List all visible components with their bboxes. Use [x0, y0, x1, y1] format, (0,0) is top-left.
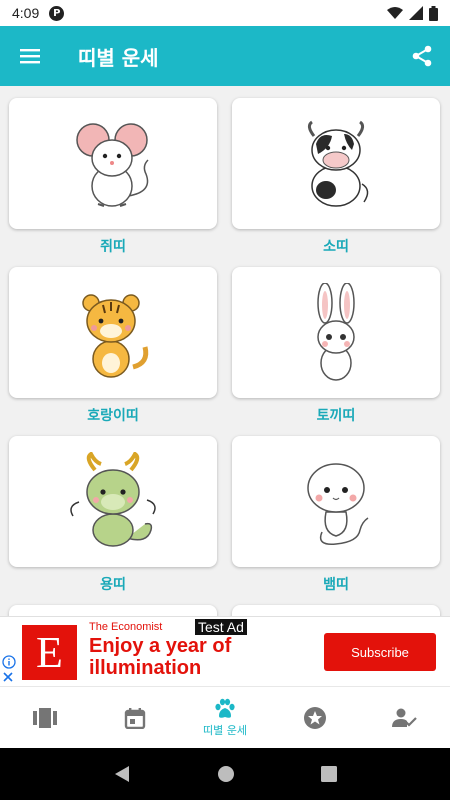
signal-icon	[409, 6, 423, 20]
zodiac-card-snake[interactable]	[232, 436, 440, 567]
zodiac-card-ox[interactable]	[232, 98, 440, 229]
nav-item-cards[interactable]	[0, 687, 90, 748]
nav-item-star[interactable]	[270, 687, 360, 748]
rat-icon	[76, 122, 149, 207]
ad-info-icon[interactable]	[2, 655, 16, 669]
home-icon[interactable]	[217, 765, 235, 783]
zodiac-label-ox[interactable]: 소띠	[232, 236, 440, 256]
cards-icon	[33, 707, 57, 728]
star-icon	[304, 706, 326, 729]
status-bar: 4:09 P	[0, 0, 450, 26]
ad-banner[interactable]: E The Economist Enjoy a year of illumina…	[0, 616, 450, 686]
back-icon[interactable]	[113, 765, 131, 783]
nav-item-profile[interactable]	[360, 687, 450, 748]
ad-close-icon[interactable]	[2, 671, 14, 683]
ad-test-badge: Test Ad	[195, 619, 247, 635]
zodiac-label-rat[interactable]: 쥐띠	[9, 236, 217, 256]
zodiac-card-tiger[interactable]	[9, 267, 217, 398]
zodiac-grid[interactable]: 쥐띠 소띠 호랑이띠 토끼띠 용띠 뱀띠	[0, 86, 450, 616]
zodiac-card-partial[interactable]	[9, 605, 217, 616]
nav-label-zodiac: 띠별 운세	[203, 723, 247, 737]
person-check-icon	[392, 708, 417, 727]
bottom-nav: 띠별 운세	[0, 686, 450, 748]
dragon-icon	[70, 451, 156, 547]
menu-icon	[20, 49, 40, 64]
battery-icon	[429, 5, 438, 21]
paw-icon	[215, 698, 235, 718]
menu-button[interactable]	[0, 26, 60, 86]
ad-logo[interactable]: E	[22, 625, 77, 680]
status-icons	[387, 5, 438, 21]
tiger-icon	[82, 293, 149, 378]
share-icon	[412, 45, 432, 67]
nav-item-zodiac[interactable]: 띠별 운세	[180, 687, 270, 748]
nav-item-calendar[interactable]	[90, 687, 180, 748]
zodiac-card-dragon[interactable]	[9, 436, 217, 567]
calendar-icon	[124, 707, 146, 729]
recents-icon[interactable]	[321, 766, 337, 782]
rabbit-icon	[317, 282, 355, 381]
ad-headline[interactable]: Enjoy a year of illumination	[89, 635, 269, 679]
ox-icon	[307, 120, 369, 207]
wifi-icon	[387, 7, 403, 19]
zodiac-card-rat[interactable]	[9, 98, 217, 229]
snake-icon	[307, 462, 369, 545]
zodiac-label-snake[interactable]: 뱀띠	[232, 574, 440, 594]
zodiac-label-tiger[interactable]: 호랑이띠	[9, 405, 217, 425]
zodiac-label-rabbit[interactable]: 토끼띠	[232, 405, 440, 425]
ad-subscribe-button[interactable]: Subscribe	[324, 633, 436, 671]
zodiac-card-rabbit[interactable]	[232, 267, 440, 398]
app-bar: 띠별 운세	[0, 26, 450, 86]
share-button[interactable]	[394, 26, 450, 86]
page-title: 띠별 운세	[78, 45, 159, 70]
zodiac-card-partial[interactable]	[232, 605, 440, 616]
app-notification-icon: P	[49, 5, 65, 21]
system-nav-bar	[0, 748, 450, 800]
zodiac-label-dragon[interactable]: 용띠	[9, 574, 217, 594]
ad-brand[interactable]: The Economist	[89, 621, 162, 633]
status-time: 4:09	[12, 5, 40, 21]
